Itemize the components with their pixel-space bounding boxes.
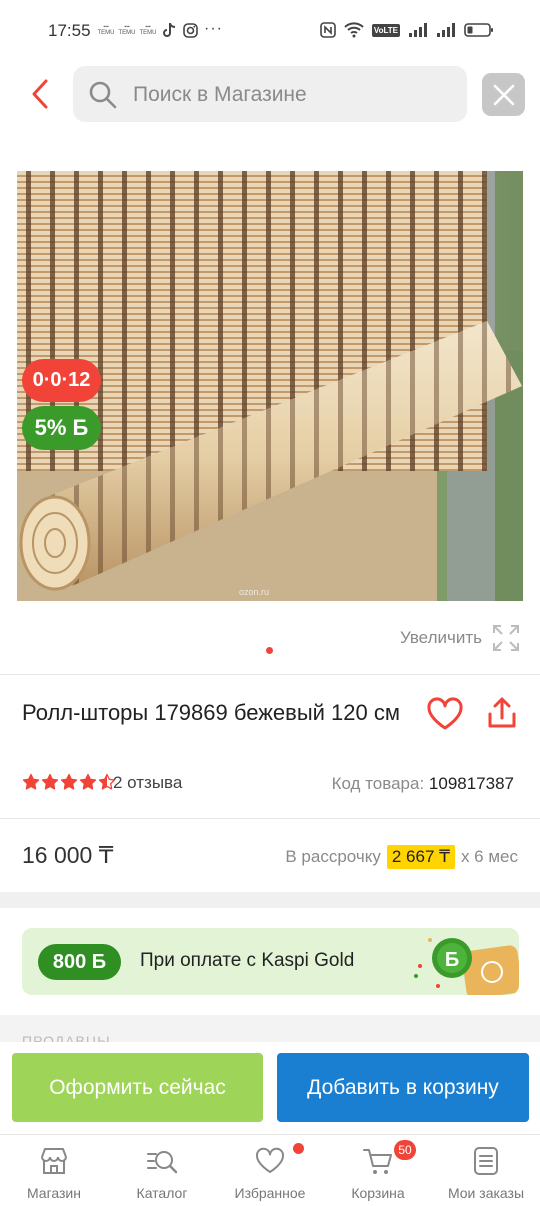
temu-app-icon: ▪▪▪ TEMU (139, 24, 157, 36)
rating-stars (22, 773, 116, 791)
product-code: Код товара: 109817387 (332, 774, 514, 794)
heart-icon (255, 1147, 285, 1173)
battery-icon (464, 23, 493, 37)
nav-favorites-label: Избранное (234, 1185, 306, 1201)
nav-catalog-label: Каталог (136, 1185, 188, 1201)
svg-text:Б: Б (445, 949, 459, 971)
kaspi-gold-banner[interactable]: 800 Б При оплате с Kaspi Gold Б (22, 928, 519, 995)
tiktok-icon (163, 22, 176, 37)
zoom-button[interactable]: Увеличить (400, 624, 520, 652)
expand-icon (493, 625, 519, 651)
volte-icon: VoLTE (371, 23, 400, 37)
star-icon (79, 773, 97, 790)
nav-favorites[interactable]: Избранное (216, 1135, 324, 1206)
nav-orders[interactable]: Мои заказы (432, 1135, 540, 1206)
star-icon (41, 773, 59, 790)
share-icon (488, 697, 516, 728)
bonus-badge: 5% Б (22, 406, 101, 450)
nav-cart-label: Корзина (351, 1185, 405, 1201)
installment-amount: 2 667 ₸ (386, 845, 455, 869)
nfc-icon (320, 22, 336, 38)
nav-catalog[interactable]: Каталог (108, 1135, 216, 1206)
search-input[interactable]: Поиск в Магазине (73, 66, 467, 122)
status-bar: 17:55 ▪▪▪ TEMU ▪▪▪ TEMU ▪▪▪ TEMU ··· VoLTE (0, 0, 540, 62)
status-time: 17:55 (48, 21, 91, 40)
search-icon (89, 81, 117, 109)
installment-info[interactable]: В рассрочку 2 667 ₸ x 6 мес (285, 845, 518, 869)
nav-orders-label: Мои заказы (447, 1185, 525, 1201)
installment-label: В рассрочку (285, 847, 381, 866)
installment-term: x 6 мес (460, 847, 518, 866)
store-icon (41, 1148, 67, 1174)
carousel-indicator (266, 647, 273, 654)
divider (0, 674, 540, 675)
kaspi-bonus-pill: 800 Б (38, 944, 121, 980)
more-notifications-icon: ··· (204, 20, 223, 37)
orders-list-icon (474, 1147, 498, 1175)
instagram-icon (183, 23, 198, 38)
favorite-button[interactable] (425, 694, 465, 734)
signal-icon (437, 23, 455, 37)
reviews-link[interactable]: 2 отзыва (113, 773, 182, 793)
product-price: 16 000 ₸ (22, 842, 114, 868)
bottom-navigation: Магазин Каталог Избранное 50 Корзина Мои… (0, 1134, 540, 1206)
heart-icon (427, 697, 463, 730)
image-watermark: ozon.ru (239, 587, 269, 597)
signal-icon (409, 23, 427, 37)
close-search-button[interactable] (482, 73, 525, 116)
action-bar: Оформить сейчас Добавить в корзину (0, 1042, 540, 1134)
star-icon (60, 773, 78, 790)
kaspi-bonus-coin-icon: Б (414, 938, 519, 995)
add-to-cart-button[interactable]: Добавить в корзину (277, 1053, 529, 1122)
nav-shop-label: Магазин (26, 1185, 81, 1201)
zoom-label: Увеличить (400, 628, 482, 647)
favorites-dot-badge (293, 1143, 304, 1154)
temu-app-icon: ▪▪▪ TEMU (97, 24, 115, 36)
search-placeholder: Поиск в Магазине (133, 83, 307, 106)
chevron-left-icon (32, 79, 48, 109)
cart-count-badge: 50 (394, 1140, 416, 1160)
catalog-search-icon (147, 1151, 178, 1174)
divider (0, 818, 540, 819)
timer-badge: 0·0·12 (22, 359, 101, 402)
kaspi-gold-text: При оплате с Kaspi Gold (140, 950, 355, 971)
star-icon (22, 773, 40, 790)
nav-cart[interactable]: 50 Корзина (324, 1135, 432, 1206)
nav-shop[interactable]: Магазин (0, 1135, 108, 1206)
product-code-value: 109817387 (428, 774, 514, 793)
close-icon (493, 84, 514, 105)
product-title: Ролл-шторы 179869 бежевый 120 см (22, 700, 400, 725)
product-code-label: Код товара: (331, 774, 425, 793)
temu-app-icon: ▪▪▪ TEMU (118, 24, 136, 36)
section-separator (0, 892, 540, 908)
cart-icon (363, 1149, 392, 1174)
back-button[interactable] (22, 76, 58, 112)
share-button[interactable] (482, 694, 522, 734)
order-now-button[interactable]: Оформить сейчас (12, 1053, 263, 1122)
wifi-icon (344, 22, 364, 38)
